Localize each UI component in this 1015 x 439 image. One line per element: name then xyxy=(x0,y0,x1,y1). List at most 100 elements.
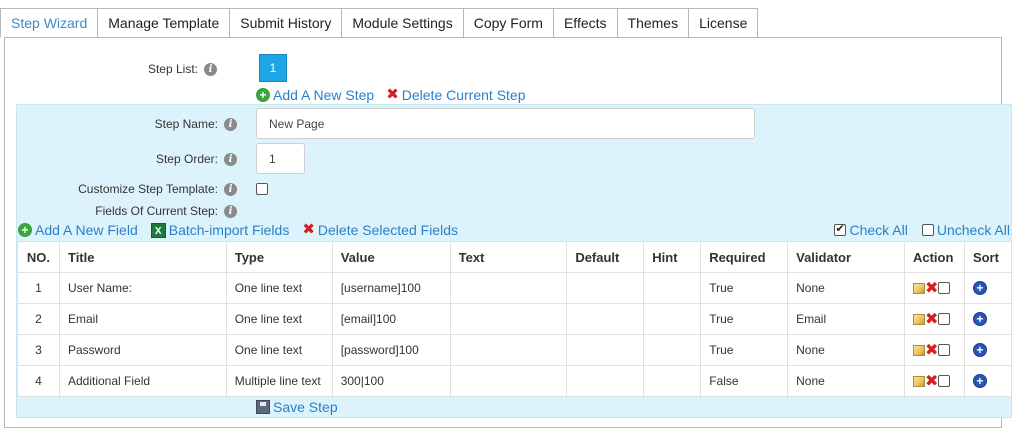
step-list-label-text: Step List: xyxy=(147,62,198,76)
red-x-icon: ✖ xyxy=(302,221,315,238)
tab-step-wizard[interactable]: Step Wizard xyxy=(0,8,99,38)
col-header-sort: Sort xyxy=(963,241,1013,273)
delete-row-icon[interactable]: ✖ xyxy=(925,311,938,328)
cell-no: 4 xyxy=(17,365,60,397)
checked-checkbox-icon xyxy=(834,222,847,236)
table-row: 4 Additional Field Multiple line text 30… xyxy=(17,365,1013,397)
cell-hint xyxy=(643,303,702,335)
edit-icon[interactable] xyxy=(912,313,925,325)
cell-hint xyxy=(643,334,702,366)
col-header-default: Default xyxy=(566,241,645,273)
tab-submit-history[interactable]: Submit History xyxy=(230,8,343,38)
cell-text xyxy=(449,334,568,366)
batch-import-link[interactable]: X Batch-import Fields xyxy=(150,222,289,238)
info-icon: i xyxy=(224,152,237,166)
cell-default xyxy=(566,334,645,366)
col-header-title: Title xyxy=(58,241,227,273)
sort-icon[interactable]: + xyxy=(972,343,987,357)
delete-fields-label: Delete Selected Fields xyxy=(317,222,458,238)
col-header-action: Action xyxy=(903,241,965,273)
cell-no: 2 xyxy=(17,303,60,335)
cell-hint xyxy=(643,272,702,304)
tab-themes[interactable]: Themes xyxy=(617,8,690,38)
fields-of-step-label-text: Fields Of Current Step: xyxy=(95,204,218,218)
cell-required: False xyxy=(700,365,789,397)
sort-icon[interactable]: + xyxy=(972,312,987,326)
delete-row-icon[interactable]: ✖ xyxy=(925,342,938,359)
cell-value: [email]100 xyxy=(331,303,451,335)
add-step-link[interactable]: + Add A New Step xyxy=(256,87,374,103)
plus-circle-icon: + xyxy=(18,223,32,237)
col-header-hint: Hint xyxy=(643,241,702,273)
tab-copy-form[interactable]: Copy Form xyxy=(463,8,554,38)
add-step-label: Add A New Step xyxy=(273,87,375,103)
add-field-link[interactable]: + Add A New Field xyxy=(18,222,138,238)
delete-step-label: Delete Current Step xyxy=(401,87,526,103)
col-header-value: Value xyxy=(331,241,451,273)
table-row: 2 Email One line text [email]100 True Em… xyxy=(17,303,1013,335)
cell-value: [username]100 xyxy=(331,272,451,304)
fields-of-step-label: Fields Of Current Step: i xyxy=(95,204,237,218)
delete-fields-link[interactable]: ✖ Delete Selected Fields xyxy=(302,222,458,238)
step-order-label-text: Step Order: xyxy=(155,152,218,166)
cell-type: Multiple line text xyxy=(225,365,333,397)
cell-title: Additional Field xyxy=(58,365,227,397)
plus-circle-icon: + xyxy=(256,88,270,102)
cell-no: 3 xyxy=(17,334,60,366)
cell-text xyxy=(449,365,568,397)
delete-row-icon[interactable]: ✖ xyxy=(925,280,938,297)
fields-table: NO. Title Type Value Text Default Hint R… xyxy=(17,241,1013,397)
col-header-required: Required xyxy=(700,241,789,273)
info-icon: i xyxy=(224,204,237,218)
row-select-checkbox[interactable] xyxy=(938,344,951,356)
step-name-label-text: Step Name: xyxy=(154,117,218,131)
cell-hint xyxy=(643,365,702,397)
step-name-input[interactable]: New Page xyxy=(256,108,755,139)
edit-icon[interactable] xyxy=(912,282,925,294)
tab-module-settings[interactable]: Module Settings xyxy=(342,8,464,38)
cell-sort: + xyxy=(963,365,1013,397)
cell-sort: + xyxy=(963,272,1013,304)
uncheck-all-link[interactable]: Uncheck All xyxy=(921,222,1010,238)
customize-template-checkbox[interactable] xyxy=(256,183,268,195)
cell-validator: None xyxy=(787,334,905,366)
step-order-input[interactable]: 1 xyxy=(256,143,305,174)
customize-template-label: Customize Step Template: i xyxy=(78,182,237,196)
info-icon: i xyxy=(204,62,217,76)
customize-template-label-text: Customize Step Template: xyxy=(78,182,218,196)
sort-icon[interactable]: + xyxy=(972,281,987,295)
table-row: 1 User Name: One line text [username]100… xyxy=(17,272,1013,304)
row-select-checkbox[interactable] xyxy=(938,313,951,325)
tab-manage-template[interactable]: Manage Template xyxy=(98,8,231,38)
cell-default xyxy=(566,303,645,335)
cell-text xyxy=(449,303,568,335)
cell-sort: + xyxy=(963,334,1013,366)
delete-row-icon[interactable]: ✖ xyxy=(925,373,938,390)
cell-text xyxy=(449,272,568,304)
check-all-link[interactable]: Check All xyxy=(834,222,908,238)
sort-icon[interactable]: + xyxy=(972,374,987,388)
cell-default xyxy=(566,365,645,397)
info-icon: i xyxy=(224,117,237,131)
cell-type: One line text xyxy=(225,334,333,366)
cell-validator: Email xyxy=(787,303,905,335)
cell-value: [password]100 xyxy=(331,334,451,366)
tab-license[interactable]: License xyxy=(689,8,759,38)
cell-title: Password xyxy=(58,334,227,366)
cell-action: ✖ xyxy=(903,303,965,335)
row-select-checkbox[interactable] xyxy=(938,282,951,294)
table-row: 3 Password One line text [password]100 T… xyxy=(17,334,1013,366)
table-header-row: NO. Title Type Value Text Default Hint R… xyxy=(17,241,1013,273)
edit-icon[interactable] xyxy=(912,344,925,356)
delete-step-link[interactable]: ✖ Delete Current Step xyxy=(386,87,525,103)
step-name-label: Step Name: i xyxy=(155,117,237,131)
edit-icon[interactable] xyxy=(912,375,925,387)
step-button-1[interactable]: 1 xyxy=(259,54,287,82)
col-header-type: Type xyxy=(225,241,333,273)
save-step-link[interactable]: Save Step xyxy=(256,399,338,415)
step-actions: + Add A New Step ✖ Delete Current Step xyxy=(256,87,526,103)
tab-effects[interactable]: Effects xyxy=(553,8,618,38)
row-select-checkbox[interactable] xyxy=(938,375,951,387)
check-actions: Check All Uncheck All xyxy=(834,222,1010,238)
check-all-label: Check All xyxy=(849,222,908,238)
